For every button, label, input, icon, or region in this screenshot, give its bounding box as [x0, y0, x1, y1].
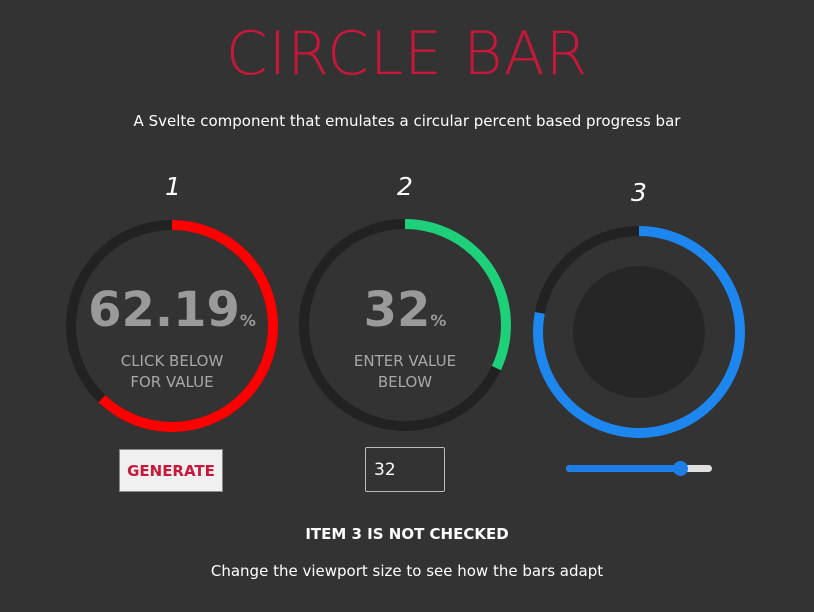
slider-thumb[interactable] — [672, 461, 688, 476]
bar-2-caption-line1: ENTER VALUE — [353, 352, 457, 370]
bar-3-slider[interactable] — [566, 461, 712, 477]
generate-button[interactable]: GENERATE — [119, 449, 223, 492]
bar-1-value-line: 62.19% — [72, 284, 272, 347]
bar-2-number: 2 — [397, 172, 413, 201]
page-title: CIRCLE BAR — [225, 19, 589, 89]
bar-1-value: 62.19 — [88, 282, 240, 338]
bar-2-percent-sign: % — [430, 311, 447, 330]
bar-1-center: 62.19% CLICK BELOW FOR VALUE — [72, 284, 272, 393]
bar-1-number: 1 — [165, 172, 181, 201]
bar-2-center: 32% ENTER VALUE BELOW — [305, 284, 505, 393]
bar-1-caption: CLICK BELOW FOR VALUE — [72, 351, 272, 393]
bar-2-value-input[interactable] — [365, 447, 445, 492]
bar-2-value-line: 32% — [305, 284, 505, 347]
bar-1-caption-line1: CLICK BELOW — [120, 352, 224, 370]
bar-2-value: 32 — [363, 282, 431, 338]
ring-3-inner-disc — [573, 266, 705, 398]
item-status-text: ITEM 3 IS NOT CHECKED — [305, 525, 509, 543]
progress-ring-3 — [533, 226, 745, 438]
bar-3-number: 3 — [631, 178, 647, 207]
bar-1-caption-line2: FOR VALUE — [130, 373, 214, 391]
page: CIRCLE BAR A Svelte component that emula… — [0, 0, 814, 612]
bar-2-caption-line2: BELOW — [377, 373, 433, 391]
slider-fill — [566, 465, 680, 472]
page-subtitle: A Svelte component that emulates a circu… — [133, 112, 681, 130]
bar-1-percent-sign: % — [239, 311, 256, 330]
bar-2-caption: ENTER VALUE BELOW — [305, 351, 505, 393]
footer-hint: Change the viewport size to see how the … — [210, 562, 604, 580]
